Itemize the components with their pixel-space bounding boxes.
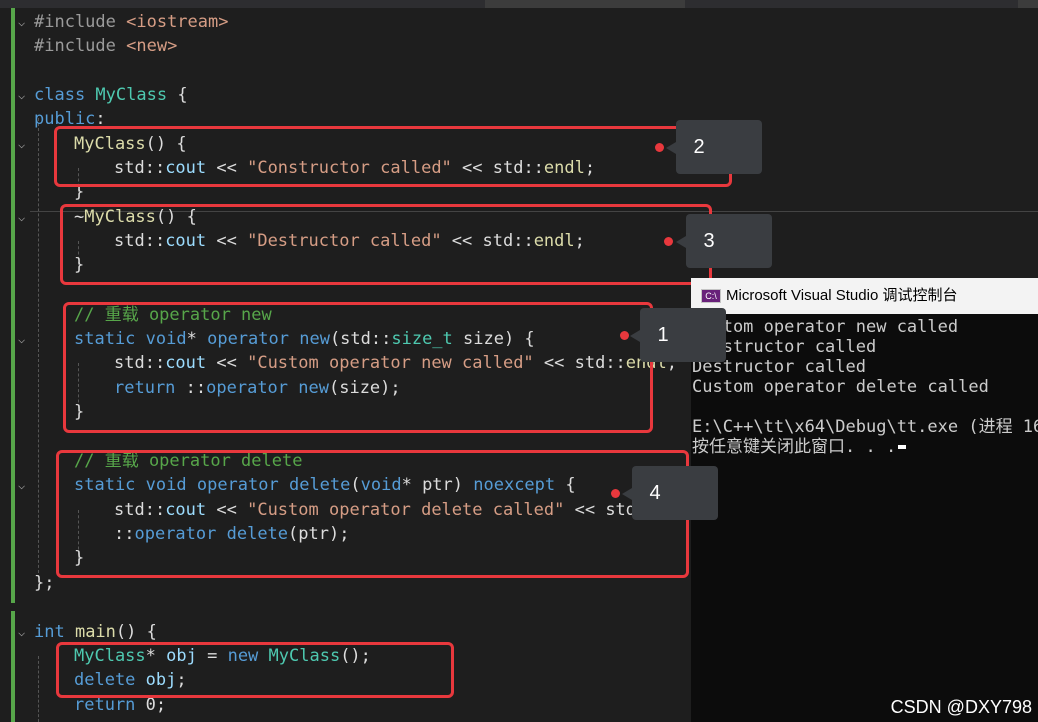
badge-label: 1 <box>657 323 669 346</box>
fold-toggle-icon[interactable]: ⌵ <box>18 83 30 107</box>
annotation-dot-1 <box>620 331 629 340</box>
indent-guide <box>38 656 39 722</box>
watermark: CSDN @DXY798 <box>890 697 1032 717</box>
annotation-box-1 <box>63 302 653 433</box>
badge-label: 4 <box>649 481 661 504</box>
indent-guide <box>38 118 39 583</box>
annotation-badge-2: 2 <box>666 120 762 174</box>
change-bar <box>11 611 15 722</box>
code-line: #include <new> <box>34 36 178 56</box>
console-output-line: 按任意键关闭此窗口. . . <box>692 437 907 457</box>
change-bar <box>11 88 15 603</box>
code-line: #include <iostream> <box>34 12 229 32</box>
annotation-dot-3 <box>664 237 673 246</box>
code-line: class MyClass { <box>34 85 188 105</box>
fold-toggle-icon[interactable]: ⌵ <box>18 132 30 156</box>
badge-label: 3 <box>703 229 715 252</box>
annotation-box-2 <box>54 126 732 187</box>
annotation-badge-3: 3 <box>676 214 772 268</box>
fold-toggle-icon[interactable]: ⌵ <box>18 620 30 644</box>
editor-tab[interactable] <box>485 0 685 8</box>
fold-toggle-icon[interactable]: ⌵ <box>18 205 30 229</box>
fold-toggle-icon[interactable]: ⌵ <box>18 10 30 34</box>
console-title: Microsoft Visual Studio 调试控制台 <box>726 287 958 304</box>
console-output-line: E:\C++\tt\x64\Debug\tt.exe (进程 16 <box>692 417 1038 437</box>
annotation-box-3 <box>60 204 712 285</box>
editor-tab-strip <box>0 0 1038 8</box>
text-cursor <box>898 445 907 449</box>
fold-toggle-icon[interactable]: ⌵ <box>18 327 30 351</box>
code-line: }; <box>34 573 55 593</box>
change-bar <box>11 8 15 88</box>
console-prompt-text: 按任意键关闭此窗口. . . <box>692 437 897 457</box>
annotation-box-main <box>56 642 454 698</box>
console-output-line: Custom operator delete called <box>692 377 989 397</box>
debug-console-window[interactable]: C:\ Microsoft Visual Studio 调试控制台 Custom… <box>691 278 1038 722</box>
annotation-badge-4: 4 <box>622 466 718 520</box>
console-app-icon: C:\ <box>701 289 721 303</box>
annotation-box-4 <box>56 450 689 578</box>
annotation-dot-2 <box>655 143 664 152</box>
console-title-bar[interactable]: C:\ Microsoft Visual Studio 调试控制台 <box>691 278 1038 314</box>
fold-toggle-icon[interactable]: ⌵ <box>18 473 30 497</box>
badge-label: 2 <box>693 135 705 158</box>
editor-tab-extra[interactable] <box>1018 0 1038 8</box>
annotation-dot-4 <box>611 489 620 498</box>
console-output-line: Custom operator new called <box>692 317 959 337</box>
code-line: int main() { <box>34 622 157 642</box>
annotation-badge-1: 1 <box>630 308 726 362</box>
